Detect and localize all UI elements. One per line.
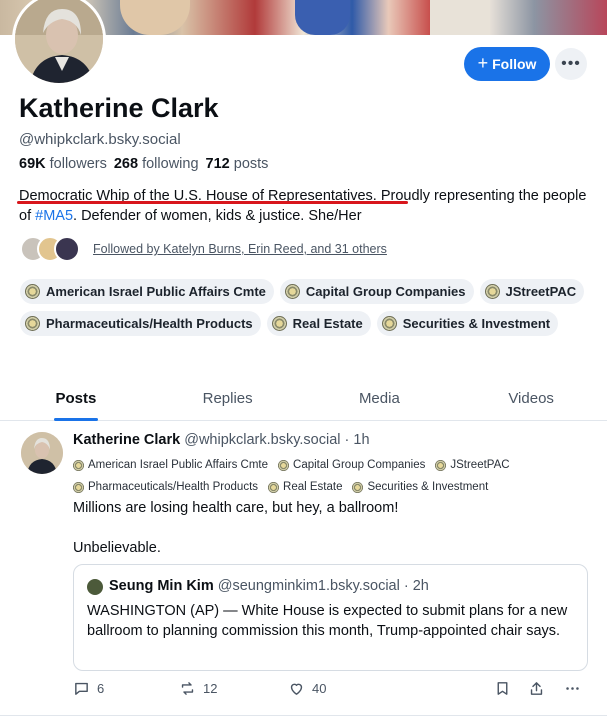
bookmark-icon	[497, 682, 508, 695]
plus-icon: +	[477, 53, 489, 73]
seal-icon	[352, 481, 364, 493]
quoted-post[interactable]: Seung Min Kim @seungminkim1.bsky.social …	[73, 564, 588, 671]
post-label-chip[interactable]: JStreetPAC	[435, 454, 510, 476]
posts-stat: 712 posts	[205, 156, 269, 172]
like-button[interactable]: 40	[288, 680, 326, 697]
label-chip[interactable]: JStreetPAC	[479, 279, 585, 304]
followed-by-text: Followed by Katelyn Burns, Erin Reed, an…	[93, 242, 387, 256]
follow-button[interactable]: + Follow	[464, 47, 550, 81]
hashtag-link[interactable]: #MA5	[35, 208, 73, 224]
tab-media[interactable]: Media	[304, 383, 456, 420]
banner-figure	[120, 0, 190, 35]
avatar-image	[21, 432, 63, 474]
heart-icon	[290, 683, 303, 695]
profile-name: Katherine Clark	[19, 93, 219, 123]
repost-icon	[181, 682, 194, 695]
ellipsis-icon	[566, 687, 579, 690]
post-label-chip[interactable]: Real Estate	[268, 476, 342, 498]
post-label-chip[interactable]: Capital Group Companies	[278, 454, 425, 476]
profile-stats: 69K followers 268 following 712 posts	[19, 156, 268, 172]
avatar-image	[15, 0, 103, 83]
seal-icon	[25, 316, 40, 331]
post-author-handle[interactable]: @whipkclark.bsky.social	[184, 432, 340, 448]
reply-icon	[75, 682, 88, 695]
post-label-chips: American Israel Public Affairs Cmte Capi…	[73, 454, 593, 498]
feed-post[interactable]: Katherine Clark @whipkclark.bsky.social …	[0, 422, 607, 716]
seal-icon	[25, 284, 40, 299]
seal-icon	[73, 481, 84, 493]
tab-replies[interactable]: Replies	[152, 383, 304, 420]
followers-stat[interactable]: 69K followers	[19, 156, 107, 172]
label-chip[interactable]: Securities & Investment	[376, 311, 559, 336]
tab-posts[interactable]: Posts	[0, 383, 152, 421]
active-tab-indicator	[53, 418, 98, 421]
ellipsis-icon: •••	[561, 55, 581, 72]
banner-figure	[430, 0, 490, 35]
bookmark-button[interactable]	[494, 680, 511, 697]
share-button[interactable]	[528, 680, 545, 697]
repost-button[interactable]: 12	[179, 680, 217, 697]
quoted-post-header: Seung Min Kim @seungminkim1.bsky.social …	[109, 578, 429, 594]
profile-tabs: Posts Replies Media Videos	[0, 383, 607, 421]
post-author-name[interactable]: Katherine Clark	[73, 432, 180, 448]
post-more-button[interactable]	[564, 680, 581, 697]
follow-button-label: Follow	[492, 56, 537, 72]
post-label-chip[interactable]: Securities & Investment	[352, 476, 488, 498]
seal-icon	[268, 481, 280, 493]
profile-handle: @whipkclark.bsky.social	[19, 131, 181, 148]
profile-bio: Democratic Whip of the U.S. House of Rep…	[19, 188, 587, 224]
post-header: Katherine Clark @whipkclark.bsky.social …	[73, 432, 370, 448]
quoted-post-body: WASHINGTON (AP) — White House is expecte…	[87, 603, 568, 639]
follower-avatar	[54, 236, 80, 262]
reply-button[interactable]: 6	[73, 680, 104, 697]
quoted-author-avatar	[87, 579, 103, 595]
post-label-chip[interactable]: American Israel Public Affairs Cmte	[73, 454, 268, 476]
seal-icon	[73, 459, 84, 471]
label-chips: American Israel Public Affairs Cmte Capi…	[20, 279, 590, 336]
share-icon	[530, 682, 543, 695]
more-options-button[interactable]: •••	[555, 48, 587, 80]
seal-icon	[484, 284, 500, 299]
label-chip[interactable]: Pharmaceuticals/Health Products	[20, 311, 261, 336]
label-chip[interactable]: Capital Group Companies	[279, 279, 474, 304]
seal-icon	[271, 316, 287, 331]
banner-figure	[295, 0, 350, 35]
following-stat[interactable]: 268 following	[114, 156, 199, 172]
seal-icon	[381, 316, 397, 331]
seal-icon	[435, 459, 447, 471]
label-chip[interactable]: American Israel Public Affairs Cmte	[20, 279, 274, 304]
post-label-chip[interactable]: Pharmaceuticals/Health Products	[73, 476, 258, 498]
profile-avatar[interactable]	[12, 0, 106, 86]
post-author-avatar[interactable]	[21, 432, 63, 474]
red-underline-annotation	[17, 201, 408, 204]
seal-icon	[278, 459, 290, 471]
followed-by[interactable]: Followed by Katelyn Burns, Erin Reed, an…	[20, 236, 387, 262]
tab-videos[interactable]: Videos	[455, 383, 607, 420]
label-chip[interactable]: Real Estate	[266, 311, 371, 336]
seal-icon	[284, 284, 300, 299]
post-time[interactable]: · 1h	[345, 432, 370, 448]
post-actions: 6 12 40	[73, 680, 588, 702]
